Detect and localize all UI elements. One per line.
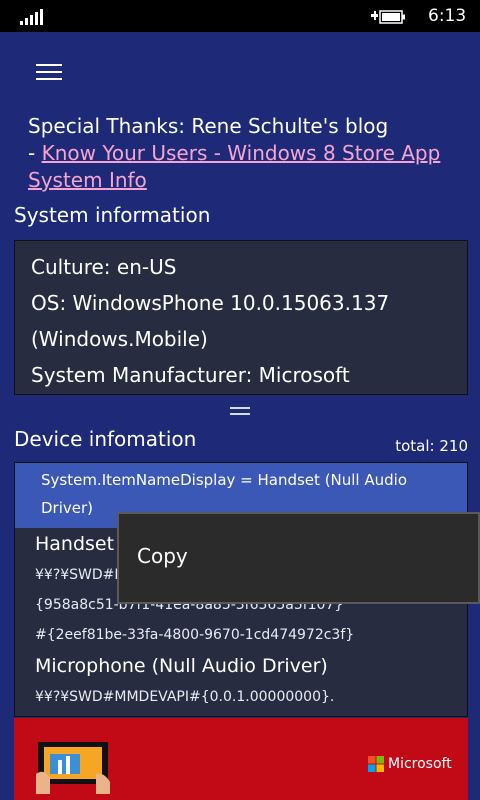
battery-icon [371,10,405,24]
os-line: OS: WindowsPhone 10.0.15063.137 [31,291,390,315]
manufacturer-line: System Manufacturer: Microsoft [31,363,350,387]
system-info-panel: Culture: en-US OS: WindowsPhone 10.0.150… [14,240,468,395]
signal-strength-icon [20,9,43,25]
device-total-count: total: 210 [395,437,468,455]
blog-link[interactable]: Know Your Users - Windows 8 Store App Sy… [28,141,440,192]
device-id-line: ¥¥?¥SWD#MMDEVAPI#{0.0.1.00000000}. [35,689,335,705]
special-thanks: Special Thanks: Rene Schulte's blog - Kn… [28,113,468,194]
device-name: Microphone (Null Audio Driver) [35,655,328,677]
os-platform-line: (Windows.Mobile) [31,327,208,351]
thanks-dash: - [28,141,42,165]
device-id-line: #{2eef81be-33fa-4800-9670-1cd474972c3f} [35,627,355,643]
system-info-title: System information [14,203,211,227]
splitter-grip-icon[interactable] [230,407,250,415]
tablet-illustration-icon [36,742,110,794]
copy-menu-item[interactable]: Copy [137,544,188,568]
status-bar: 6:13 [0,0,480,32]
culture-line: Culture: en-US [31,255,177,279]
microsoft-logo-icon [368,756,384,772]
clock: 6:13 [428,6,467,26]
ad-banner[interactable]: Microsoft [14,718,468,800]
context-menu: Copy [117,512,480,604]
device-info-title: Device infomation [14,427,197,451]
microsoft-brand: Microsoft [388,756,452,772]
hamburger-menu-icon[interactable] [36,64,62,80]
thanks-text: Special Thanks: Rene Schulte's blog [28,114,389,138]
list-item[interactable]: Microphone (Null Audio Driver) ¥¥?¥SWD#M… [15,650,467,712]
